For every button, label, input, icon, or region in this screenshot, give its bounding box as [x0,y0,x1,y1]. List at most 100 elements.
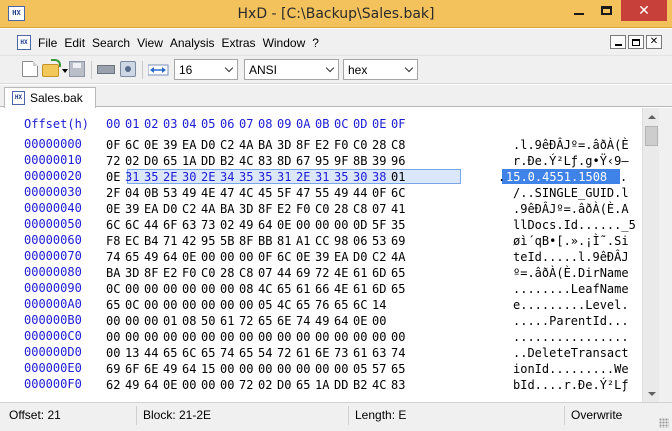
hex-byte[interactable]: 00 [391,329,409,345]
hex-byte[interactable]: 72 [239,377,257,393]
hex-byte[interactable]: 6C [353,297,371,313]
hex-byte[interactable]: 01 [391,169,409,185]
hex-byte[interactable]: 61 [220,313,238,329]
vertical-scrollbar[interactable] [642,108,659,402]
hex-byte[interactable]: 65 [391,361,409,377]
hex-byte[interactable]: 98 [334,233,352,249]
hex-byte[interactable]: 44 [144,217,162,233]
hex-byte[interactable]: 49 [125,377,143,393]
hex-byte[interactable]: 5B [220,233,238,249]
menu-file[interactable]: File [38,36,57,50]
hex-byte[interactable]: 00 [106,313,124,329]
hex-byte[interactable]: 00 [182,329,200,345]
hex-byte[interactable]: 28 [220,265,238,281]
hex-byte[interactable]: 8F [144,265,162,281]
hex-byte[interactable]: 67 [296,153,314,169]
hex-byte[interactable]: 00 [201,329,219,345]
hex-byte[interactable]: 2E [296,169,314,185]
hex-byte[interactable]: 4C [372,377,390,393]
hex-byte[interactable]: 83 [258,153,276,169]
hex-byte[interactable]: 6E [277,313,295,329]
hex-byte[interactable]: BA [106,265,124,281]
hex-byte[interactable]: 01 [163,313,181,329]
menu-view[interactable]: View [137,36,163,50]
decoded-text[interactable]: . [498,169,505,185]
document-minimize-button[interactable] [610,35,626,49]
scroll-up-button[interactable] [643,108,660,125]
hex-byte[interactable]: 65 [239,345,257,361]
hex-byte[interactable]: 00 [296,329,314,345]
charset-select[interactable]: ANSI [244,59,339,80]
hex-byte[interactable]: 00 [106,329,124,345]
hex-byte[interactable]: F8 [106,233,124,249]
hex-byte[interactable]: 41 [391,201,409,217]
hex-byte[interactable]: 1A [182,153,200,169]
hex-byte[interactable]: 00 [125,281,143,297]
hex-byte[interactable]: 2F [106,185,124,201]
hex-byte[interactable]: 39 [372,153,390,169]
hex-byte[interactable]: 49 [163,361,181,377]
hex-byte[interactable]: 64 [182,361,200,377]
hex-byte[interactable]: 02 [220,217,238,233]
hex-byte[interactable]: 65 [391,265,409,281]
hex-byte[interactable]: 02 [125,153,143,169]
hex-byte[interactable]: 00 [315,361,333,377]
hex-byte[interactable]: 61 [296,345,314,361]
hex-byte[interactable]: 72 [239,313,257,329]
hex-byte[interactable]: 76 [315,297,333,313]
hex-byte[interactable]: 00 [372,329,390,345]
hex-byte[interactable]: D0 [277,377,295,393]
hex-byte[interactable]: E2 [277,201,295,217]
hex-byte[interactable]: 63 [182,217,200,233]
decoded-text[interactable]: ................ [513,329,629,345]
hex-byte[interactable]: 30 [353,169,371,185]
decoded-text[interactable]: º=.âðÀ(È.DirName [513,265,629,281]
hex-byte[interactable]: 6E [144,361,162,377]
hex-byte[interactable]: 49 [334,185,352,201]
hex-byte[interactable]: 47 [220,185,238,201]
hex-byte[interactable]: 00 [353,329,371,345]
hex-byte[interactable]: 61 [296,281,314,297]
hex-byte[interactable]: BB [258,233,276,249]
open-folder-icon[interactable] [42,59,61,77]
hex-byte[interactable]: 64 [163,249,181,265]
hex-byte[interactable]: EC [125,233,143,249]
hex-byte[interactable]: 00 [201,249,219,265]
hex-byte[interactable]: 02 [258,377,276,393]
hex-byte[interactable]: 65 [201,345,219,361]
hex-byte[interactable]: 14 [372,297,390,313]
hex-byte[interactable]: 4C [277,297,295,313]
tab-sales-bak[interactable]: HX Sales.bak [4,87,96,108]
hex-byte[interactable]: 8D [277,153,295,169]
hex-byte[interactable]: EA [182,137,200,153]
hex-byte[interactable]: 65 [296,297,314,313]
hex-byte[interactable]: 0D [353,217,371,233]
hex-byte[interactable]: 00 [144,313,162,329]
decoded-text[interactable]: bId....r.Ðe.Ý²Lƒ [513,377,629,393]
hex-byte[interactable]: D0 [163,201,181,217]
decoded-text[interactable]: e.........Level. [513,297,629,313]
hex-byte[interactable]: 4E [201,185,219,201]
hex-byte[interactable]: 4C [258,281,276,297]
menu-window[interactable]: Window [263,36,306,50]
hex-byte[interactable]: 74 [391,345,409,361]
hex-byte[interactable]: 05 [258,297,276,313]
hex-byte[interactable]: 8F [296,137,314,153]
hex-byte[interactable]: 00 [182,377,200,393]
hex-byte[interactable]: 00 [201,297,219,313]
selected-decoded-text[interactable]: 15.0.4551.1508 [506,169,607,185]
decoded-text[interactable]: r.Ðe.Ý²Lƒ.g•Ÿ‹9– [513,153,629,169]
hex-byte[interactable]: 54 [258,345,276,361]
hex-byte[interactable]: 64 [258,217,276,233]
hex-byte[interactable]: 00 [277,329,295,345]
hex-byte[interactable]: 3D [239,201,257,217]
hex-byte[interactable]: 00 [144,281,162,297]
hex-byte[interactable]: 00 [315,329,333,345]
hex-byte[interactable]: 00 [163,329,181,345]
hex-byte[interactable]: 00 [239,329,257,345]
decoded-text[interactable]: teId.....l.9êÐÂJ [513,249,629,265]
hex-byte[interactable]: D0 [353,249,371,265]
hex-byte[interactable]: E2 [163,265,181,281]
hex-byte[interactable]: 73 [334,345,352,361]
hex-byte[interactable]: 61 [353,345,371,361]
